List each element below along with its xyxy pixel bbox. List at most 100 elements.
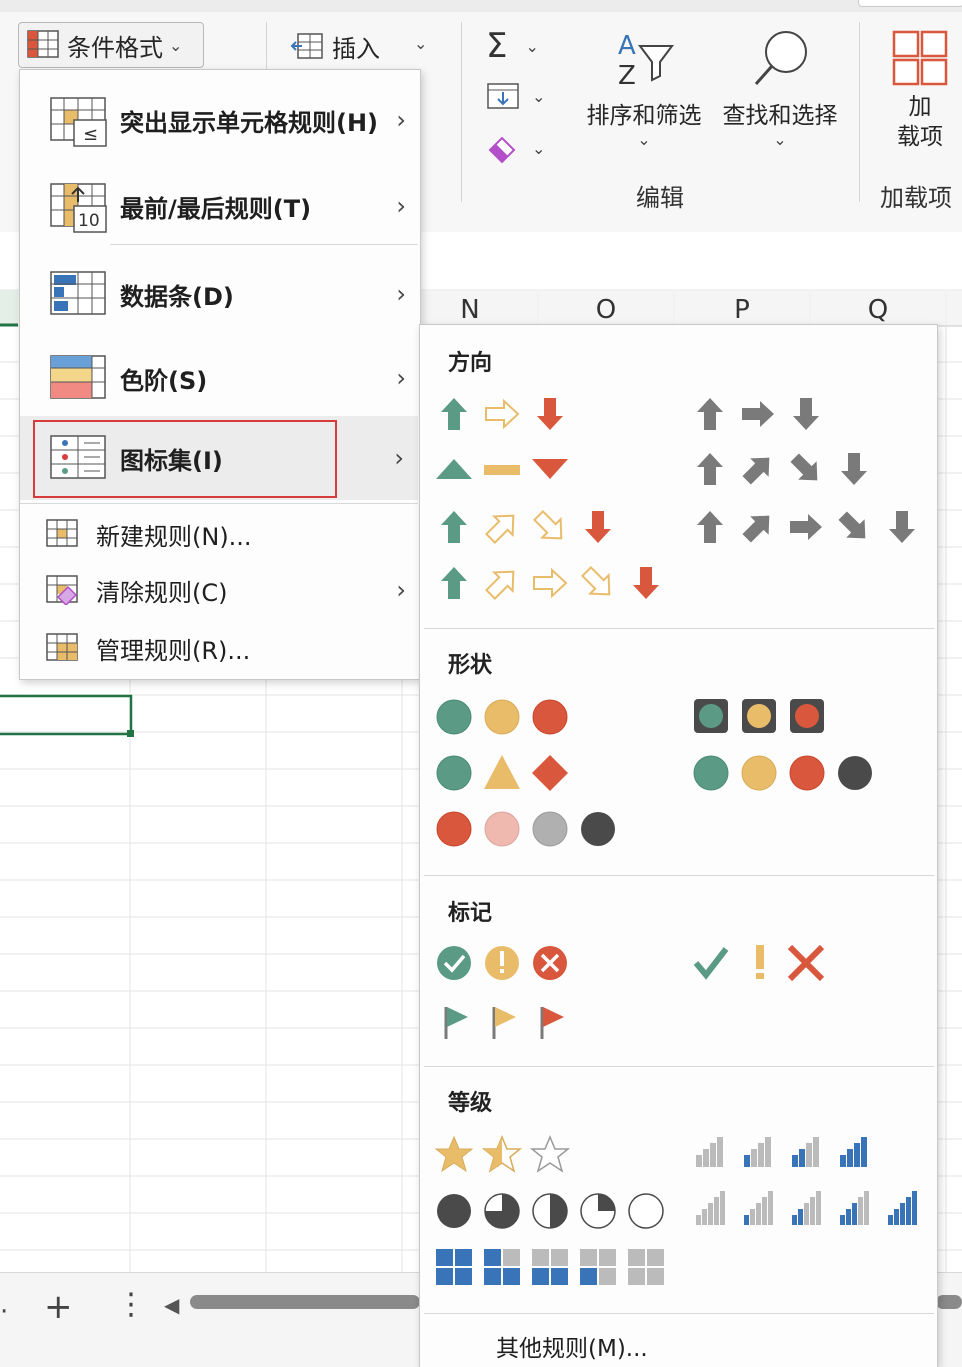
horizontal-scrollbar[interactable] xyxy=(190,1295,420,1309)
indicator-sets[interactable] xyxy=(434,939,934,1049)
chevron-down-icon: ⌄ xyxy=(525,36,539,56)
3-arrows-gray[interactable] xyxy=(697,398,819,430)
column-header-q[interactable]: Q xyxy=(810,290,946,326)
rating-sets[interactable] xyxy=(434,1131,934,1291)
direction-sets-gray[interactable] xyxy=(690,389,930,609)
4-ratings-bars[interactable] xyxy=(696,1137,867,1167)
menu-label-clear-rules: 清除规则(C) xyxy=(96,578,228,607)
column-header-p[interactable]: P xyxy=(674,290,810,326)
3-stars[interactable] xyxy=(435,1136,569,1172)
chevron-down-icon: ⌄ xyxy=(773,130,787,149)
chevron-right-icon: › xyxy=(394,444,404,472)
menu-item-top-bottom-rules[interactable]: 10 最前/最后规则(T) › xyxy=(20,166,420,246)
icon-sets-submenu: 方向 形状 标记 等级 其他规则(M)... xyxy=(419,324,938,1367)
3-arrows-colored[interactable] xyxy=(441,398,563,430)
3-flags[interactable] xyxy=(444,1007,564,1039)
3-traffic-lights-rimmed[interactable] xyxy=(694,699,824,733)
direction-sets-colored[interactable] xyxy=(434,389,684,609)
section-title-indicators: 标记 xyxy=(448,901,493,926)
menu-item-clear-rules[interactable]: 清除规则(C) › xyxy=(20,564,420,616)
horizontal-scrollbar-right[interactable] xyxy=(936,1295,962,1309)
section-title-ratings: 等级 xyxy=(448,1091,493,1116)
group-label-addins: 加载项 xyxy=(880,184,952,212)
ribbon-separator xyxy=(461,22,462,202)
clear-button[interactable]: ⌄ xyxy=(486,132,545,164)
ribbon-corner-control xyxy=(858,0,962,7)
eraser-icon xyxy=(488,136,516,164)
shape-sets[interactable] xyxy=(434,693,934,863)
column-header-n[interactable]: N xyxy=(402,290,538,326)
submenu-divider xyxy=(424,1066,934,1067)
scroll-left-icon[interactable]: ◀ xyxy=(164,1293,179,1317)
3-triangles[interactable] xyxy=(436,459,568,479)
4-traffic-lights[interactable] xyxy=(693,755,872,791)
chevron-right-icon: › xyxy=(396,364,406,392)
menu-item-manage-rules[interactable]: 管理规则(R)... xyxy=(20,622,420,674)
chevron-right-icon: › xyxy=(396,280,406,308)
ribbon-top-strip xyxy=(0,0,962,12)
section-title-direction: 方向 xyxy=(448,351,493,376)
menu-item-color-scales[interactable]: 色阶(S) › xyxy=(20,338,420,418)
submenu-divider xyxy=(424,875,934,876)
menu-label-manage-rules: 管理规则(R)... xyxy=(96,636,251,665)
conditional-formatting-button[interactable]: 条件格式 ⌄ xyxy=(18,22,204,68)
chevron-right-icon: › xyxy=(396,576,406,604)
add-sheet-icon[interactable]: + xyxy=(44,1287,73,1327)
addins-label-1: 加 xyxy=(908,94,932,120)
section-title-shapes: 形状 xyxy=(448,653,493,678)
chevron-down-icon: ⌄ xyxy=(532,138,546,158)
addins-button[interactable]: 加 载项 xyxy=(878,28,962,158)
5-arrows-colored[interactable] xyxy=(441,561,659,605)
insert-dropdown-icon[interactable]: ⌄ xyxy=(414,34,427,53)
magnifier-icon xyxy=(754,31,807,85)
conditional-formatting-menu: ≤ 突出显示单元格规则(H) › 10 最前/最后规则(T) › 数据条(D) … xyxy=(19,69,421,680)
3-traffic-lights-unrimmed[interactable] xyxy=(436,699,568,735)
sort-filter-icon: A Z xyxy=(618,31,674,91)
red-to-black[interactable] xyxy=(436,811,615,847)
menu-label-top-bottom-rules: 最前/最后规则(T) xyxy=(120,194,312,223)
manage-rules-icon xyxy=(46,633,78,661)
fill-button[interactable]: ⌄ xyxy=(486,80,545,112)
3-signs[interactable] xyxy=(436,755,568,791)
5-arrows-gray[interactable] xyxy=(697,506,915,548)
addins-icon xyxy=(892,30,948,86)
color-scales-icon xyxy=(50,355,106,399)
sort-filter-button[interactable]: A Z 排序和筛选 ⌄ xyxy=(582,28,706,158)
chevron-down-icon: ⌄ xyxy=(532,86,546,106)
icon-sets-icon xyxy=(50,435,106,479)
menu-item-new-rule[interactable]: 新建规则(N)... xyxy=(20,508,420,560)
conditional-format-icon xyxy=(27,30,59,58)
5-ratings-bars[interactable] xyxy=(696,1191,917,1225)
5-boxes[interactable] xyxy=(436,1249,664,1285)
menu-divider xyxy=(20,503,418,504)
menu-item-icon-sets[interactable]: 图标集(I) › xyxy=(20,416,418,500)
data-bars-icon xyxy=(50,271,106,315)
sigma-icon: Σ xyxy=(486,26,508,66)
conditional-formatting-label: 条件格式 xyxy=(67,33,163,62)
3-symbols-uncircled[interactable] xyxy=(693,944,825,982)
insert-button[interactable]: 插入 xyxy=(290,26,380,66)
sort-filter-label: 排序和筛选 xyxy=(586,103,702,129)
menu-item-highlight-rules[interactable]: ≤ 突出显示单元格规则(H) › xyxy=(20,80,420,160)
autosum-button[interactable]: Σ ⌄ xyxy=(486,26,539,66)
find-select-button[interactable]: 查找和选择 ⌄ xyxy=(716,28,844,158)
dot-icon: · xyxy=(0,1297,9,1327)
chevron-right-icon: › xyxy=(396,106,406,134)
3-symbols-circled[interactable] xyxy=(437,946,567,980)
column-header-o[interactable]: O xyxy=(538,290,674,326)
5-quarters[interactable] xyxy=(437,1193,664,1229)
addins-label-2: 载项 xyxy=(897,124,943,150)
svg-text:A: A xyxy=(618,31,636,61)
menu-label-icon-sets: 图标集(I) xyxy=(120,446,223,475)
chevron-down-icon: ⌄ xyxy=(637,130,651,149)
ribbon-separator xyxy=(859,22,860,202)
submenu-divider xyxy=(424,628,934,629)
top10-icon-text: 10 xyxy=(78,211,100,231)
menu-item-data-bars[interactable]: 数据条(D) › xyxy=(20,254,420,334)
menu-label-color-scales: 色阶(S) xyxy=(120,366,208,395)
more-rules-button[interactable]: 其他规则(M)... xyxy=(496,1329,648,1363)
4-arrows-gray[interactable] xyxy=(697,448,867,490)
4-arrows-colored[interactable] xyxy=(441,505,611,549)
menu-label-highlight-rules: 突出显示单元格规则(H) xyxy=(120,108,379,137)
more-options-icon[interactable]: ⋮ xyxy=(116,1287,146,1322)
